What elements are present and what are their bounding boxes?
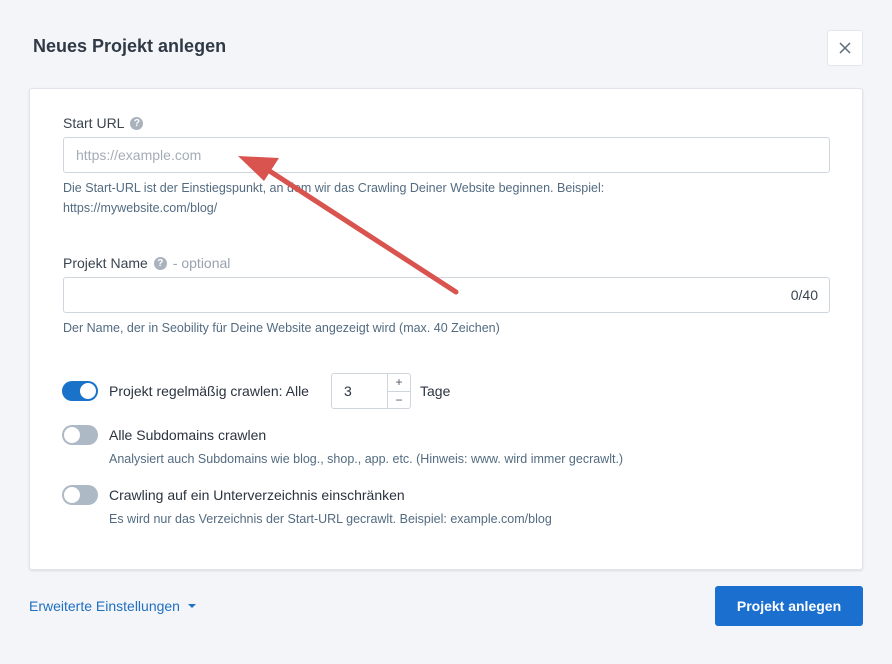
caret-down-icon bbox=[187, 604, 196, 608]
project-name-hint: Der Name, der in Seobility für Deine Web… bbox=[63, 321, 500, 335]
subdomains-label: Alle Subdomains crawlen bbox=[109, 427, 267, 443]
project-form-card: Start URL ? Die Start-URL ist der Einsti… bbox=[29, 88, 863, 570]
project-name-label: Projekt Name bbox=[63, 255, 148, 271]
question-circle-icon[interactable]: ? bbox=[130, 116, 144, 130]
toggle-knob bbox=[64, 487, 80, 503]
close-icon bbox=[839, 42, 851, 54]
subdirectory-label: Crawling auf ein Unterverzeichnis einsch… bbox=[109, 487, 405, 503]
toggle-knob bbox=[64, 427, 80, 443]
question-circle-icon[interactable]: ? bbox=[153, 256, 167, 270]
interval-stepper[interactable]: 3 + − bbox=[331, 373, 411, 409]
recrawl-label: Projekt regelmäßig crawlen: Alle bbox=[109, 383, 309, 399]
toggle-knob bbox=[80, 383, 96, 399]
create-project-button[interactable]: Projekt anlegen bbox=[715, 586, 863, 626]
advanced-settings-label: Erweiterte Einstellungen bbox=[29, 598, 180, 614]
subdirectory-hint: Es wird nur das Verzeichnis der Start-UR… bbox=[109, 512, 552, 526]
decrement-button[interactable]: − bbox=[388, 390, 410, 409]
subdirectory-toggle[interactable] bbox=[62, 485, 98, 505]
subdomains-toggle[interactable] bbox=[62, 425, 98, 445]
interval-unit: Tage bbox=[420, 383, 451, 399]
project-name-label-row: Projekt Name ? - optional bbox=[63, 255, 230, 271]
subdomains-hint: Analysiert auch Subdomains wie blog., sh… bbox=[109, 452, 624, 466]
start-url-label-row: Start URL ? bbox=[63, 115, 144, 131]
interval-value[interactable]: 3 bbox=[332, 374, 387, 408]
start-url-input[interactable] bbox=[63, 137, 830, 173]
character-counter: 0/40 bbox=[790, 287, 818, 303]
stepper-buttons: + − bbox=[387, 374, 410, 408]
dialog-title: Neues Projekt anlegen bbox=[33, 36, 227, 56]
project-name-input[interactable] bbox=[63, 277, 830, 313]
optional-label: - optional bbox=[172, 255, 231, 271]
increment-button[interactable]: + bbox=[388, 374, 410, 391]
close-button[interactable] bbox=[827, 30, 863, 66]
start-url-hint: Die Start-URL ist der Einstiegspunkt, an… bbox=[63, 181, 605, 215]
advanced-settings-link[interactable]: Erweiterte Einstellungen bbox=[29, 598, 196, 614]
recrawl-toggle[interactable] bbox=[62, 381, 98, 401]
start-url-label: Start URL bbox=[63, 115, 125, 131]
